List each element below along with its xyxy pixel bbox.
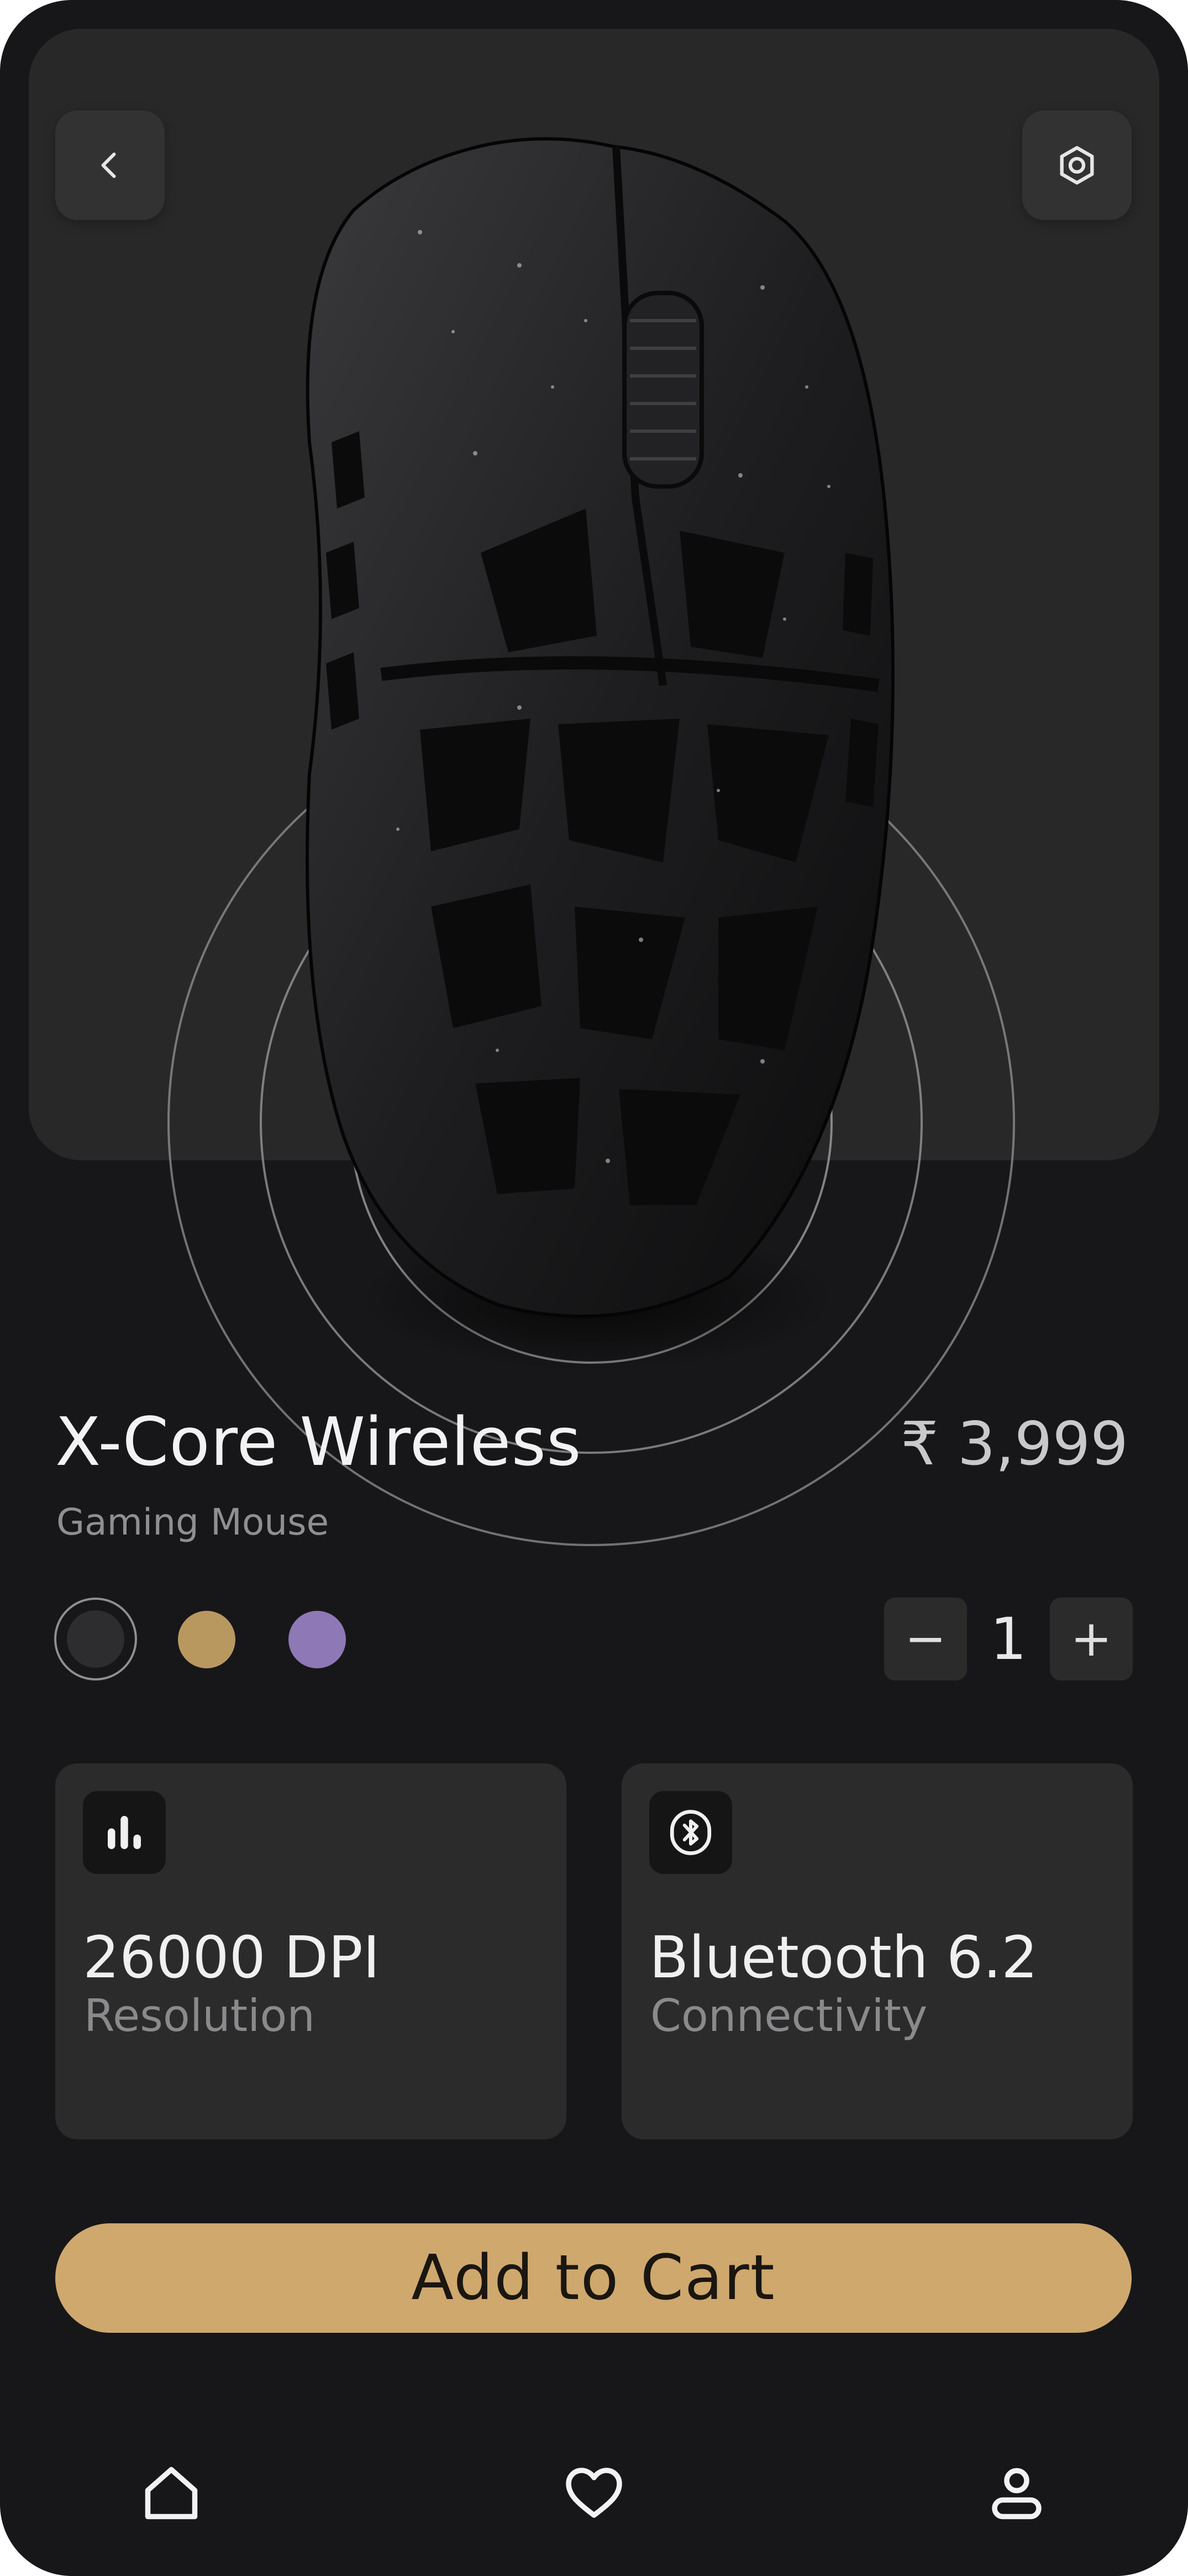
chevron-left-icon bbox=[101, 153, 116, 178]
nav-home-button[interactable] bbox=[127, 2449, 215, 2537]
nav-profile-button[interactable] bbox=[973, 2449, 1061, 2537]
nav-favorites-button[interactable] bbox=[550, 2449, 638, 2537]
user-icon bbox=[992, 2468, 1042, 2520]
product-screen: X-Core Wireless Gaming Mouse ₹ 3,999 − 1… bbox=[0, 0, 1188, 2576]
spec-value: Bluetooth 6.2 bbox=[649, 1924, 1038, 1991]
bar-chart-icon bbox=[108, 1816, 141, 1849]
spec-icon-box bbox=[83, 1791, 166, 1874]
back-button[interactable] bbox=[55, 111, 165, 220]
ar-view-button[interactable] bbox=[1022, 111, 1132, 220]
bluetooth-icon bbox=[670, 1810, 712, 1855]
swatch-fill bbox=[67, 1610, 124, 1668]
color-swatch-gold[interactable] bbox=[178, 1611, 235, 1668]
home-icon bbox=[145, 2467, 198, 2520]
color-swatch-lavender[interactable] bbox=[288, 1611, 346, 1668]
heart-icon bbox=[566, 2468, 622, 2518]
spec-label: Resolution bbox=[84, 1990, 316, 2041]
product-category: Gaming Mouse bbox=[56, 1501, 329, 1543]
spec-card-resolution: 26000 DPI Resolution bbox=[55, 1763, 566, 2139]
plus-icon: + bbox=[1070, 1610, 1112, 1668]
spec-label: Connectivity bbox=[650, 1990, 928, 2041]
minus-icon: − bbox=[905, 1610, 947, 1668]
product-price: ₹ 3,999 bbox=[900, 1410, 1128, 1479]
product-name: X-Core Wireless bbox=[55, 1404, 582, 1481]
spec-card-connectivity: Bluetooth 6.2 Connectivity bbox=[622, 1763, 1133, 2139]
quantity-decrease-button[interactable]: − bbox=[884, 1598, 967, 1680]
quantity-value: 1 bbox=[990, 1605, 1027, 1673]
color-swatch-black[interactable] bbox=[54, 1598, 137, 1680]
product-image bbox=[306, 137, 895, 1371]
quantity-increase-button[interactable]: + bbox=[1050, 1598, 1133, 1680]
add-to-cart-button[interactable]: Add to Cart bbox=[55, 2223, 1132, 2333]
hexagon-target-icon bbox=[1060, 146, 1094, 185]
spec-icon-box bbox=[649, 1791, 732, 1874]
spec-value: 26000 DPI bbox=[83, 1924, 380, 1991]
